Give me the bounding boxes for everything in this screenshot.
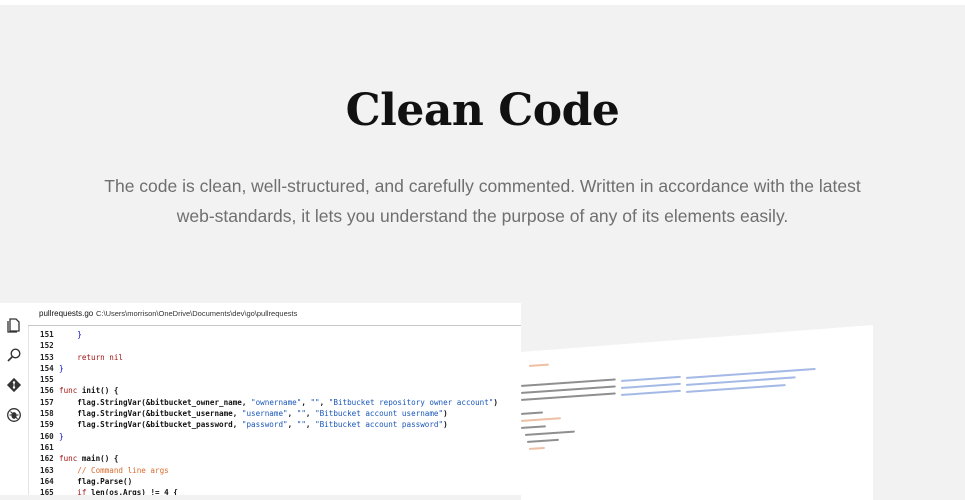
line-number: 153 [40, 352, 54, 362]
code-line[interactable]: 162 func main() { [40, 453, 520, 464]
tab-file-name[interactable]: pullrequests.go [39, 309, 93, 318]
code-line[interactable]: 157 flag.StringVar(&bitbucket_owner_name… [40, 397, 520, 408]
code-token: , [287, 420, 297, 430]
code-line[interactable]: 153 return nil [40, 352, 520, 363]
code-line[interactable]: 159 flag.StringVar(&bitbucket_password, … [40, 419, 520, 430]
line-number: 165 [40, 488, 54, 495]
blurred-code-line [521, 425, 547, 429]
code-editor-perspective-screenshot [521, 325, 873, 500]
code-token: "username" [241, 409, 288, 419]
code-area[interactable]: 151 } 152 153 return nil 154} 155 156 func ini… [40, 329, 520, 495]
code-token: flag.StringVar(&bitbucket_username, [59, 409, 242, 419]
code-token: "Bitbucket repository owner account" [328, 397, 494, 407]
blurred-code-line [521, 411, 544, 415]
code-token: } [59, 363, 64, 373]
blurred-code-line [528, 446, 546, 450]
code-line[interactable]: 156 func init() { [40, 385, 520, 396]
tab-file-path: C:\Users\morrison\OneDrive\Documents\dev… [96, 309, 298, 318]
line-number: 157 [40, 397, 54, 407]
code-line[interactable]: 155 [40, 374, 520, 385]
section-description: The code is clean, well-structured, and … [104, 176, 861, 226]
code-token: flag.StringVar(&bitbucket_password, [59, 420, 242, 430]
code-token: ) [443, 420, 448, 430]
line-number: 158 [40, 409, 54, 419]
blurred-code-line [528, 363, 550, 367]
code-token: ) [443, 409, 448, 419]
line-number: 154 [40, 363, 54, 373]
code-token: } [59, 330, 82, 339]
code-editor-screenshot: pullrequests.go C:\Users\morrison\OneDri… [0, 303, 521, 495]
code-token: , [305, 420, 316, 430]
blurred-code-line [620, 382, 681, 389]
code-token: } [59, 431, 64, 441]
code-token: // Command line args [59, 465, 169, 475]
git-icon[interactable] [6, 377, 22, 393]
line-number: 159 [40, 420, 54, 430]
blurred-code-line [521, 417, 561, 422]
code-line[interactable]: 152 [40, 340, 520, 351]
line-number: 152 [40, 341, 54, 351]
blurred-code-line [521, 392, 616, 401]
code-token: "" [296, 409, 306, 419]
line-number: 156 [40, 386, 54, 396]
code-token: "Bitbucket account password" [315, 420, 444, 430]
blurred-code-line [620, 389, 681, 396]
code-line[interactable]: 165 if len(os.Args) != 4 { [40, 487, 520, 495]
files-icon[interactable] [6, 317, 22, 333]
activity-bar [0, 303, 29, 495]
code-token: "Bitbucket account username" [315, 409, 444, 419]
code-token: ) [493, 397, 498, 407]
code-token: main() { [81, 454, 119, 464]
line-number: 161 [40, 442, 54, 452]
code-token: "ownername" [251, 397, 302, 407]
code-line[interactable]: 160} [40, 431, 520, 442]
code-token: return nil [59, 352, 124, 362]
line-number: 162 [40, 454, 54, 464]
line-number: 160 [40, 431, 54, 441]
code-token: "" [296, 420, 306, 430]
code-line[interactable]: 151 } [40, 329, 520, 340]
code-line[interactable]: 154} [40, 363, 520, 374]
code-line[interactable]: 163 // Command line args [40, 465, 520, 476]
blurred-code-line [685, 367, 816, 379]
code-token: if [59, 488, 92, 495]
blurred-code-line [685, 383, 786, 393]
code-token: len(os.Args) != 4 { [91, 488, 178, 495]
code-token: , [287, 409, 297, 419]
code-token: flag.StringVar(&bitbucket_owner_name, [59, 397, 252, 407]
section-title: Clean Code [345, 85, 620, 136]
editor-tab-bar[interactable]: pullrequests.go C:\Users\morrison\OneDri… [28, 303, 521, 326]
code-token: func [59, 454, 82, 464]
line-number: 155 [40, 375, 54, 385]
line-number: 163 [40, 465, 54, 475]
blurred-code-line [524, 430, 575, 436]
code-token: , [305, 409, 316, 419]
code-token: flag.Parse() [59, 476, 133, 486]
code-token: , [319, 397, 329, 407]
line-number: 164 [40, 476, 54, 486]
code-token: init() { [81, 386, 119, 396]
code-line[interactable]: 158 flag.StringVar(&bitbucket_username, … [40, 408, 520, 419]
search-icon[interactable] [6, 347, 22, 363]
code-token: "" [310, 397, 320, 407]
blurred-code-line [620, 375, 681, 382]
code-line[interactable]: 164 flag.Parse() [40, 476, 520, 487]
line-number: 151 [40, 330, 54, 339]
debug-icon[interactable] [6, 407, 22, 423]
code-line[interactable]: 161 [40, 442, 520, 453]
blurred-code-line [526, 438, 559, 443]
code-token: func [59, 386, 82, 396]
code-token: "password" [241, 420, 288, 430]
